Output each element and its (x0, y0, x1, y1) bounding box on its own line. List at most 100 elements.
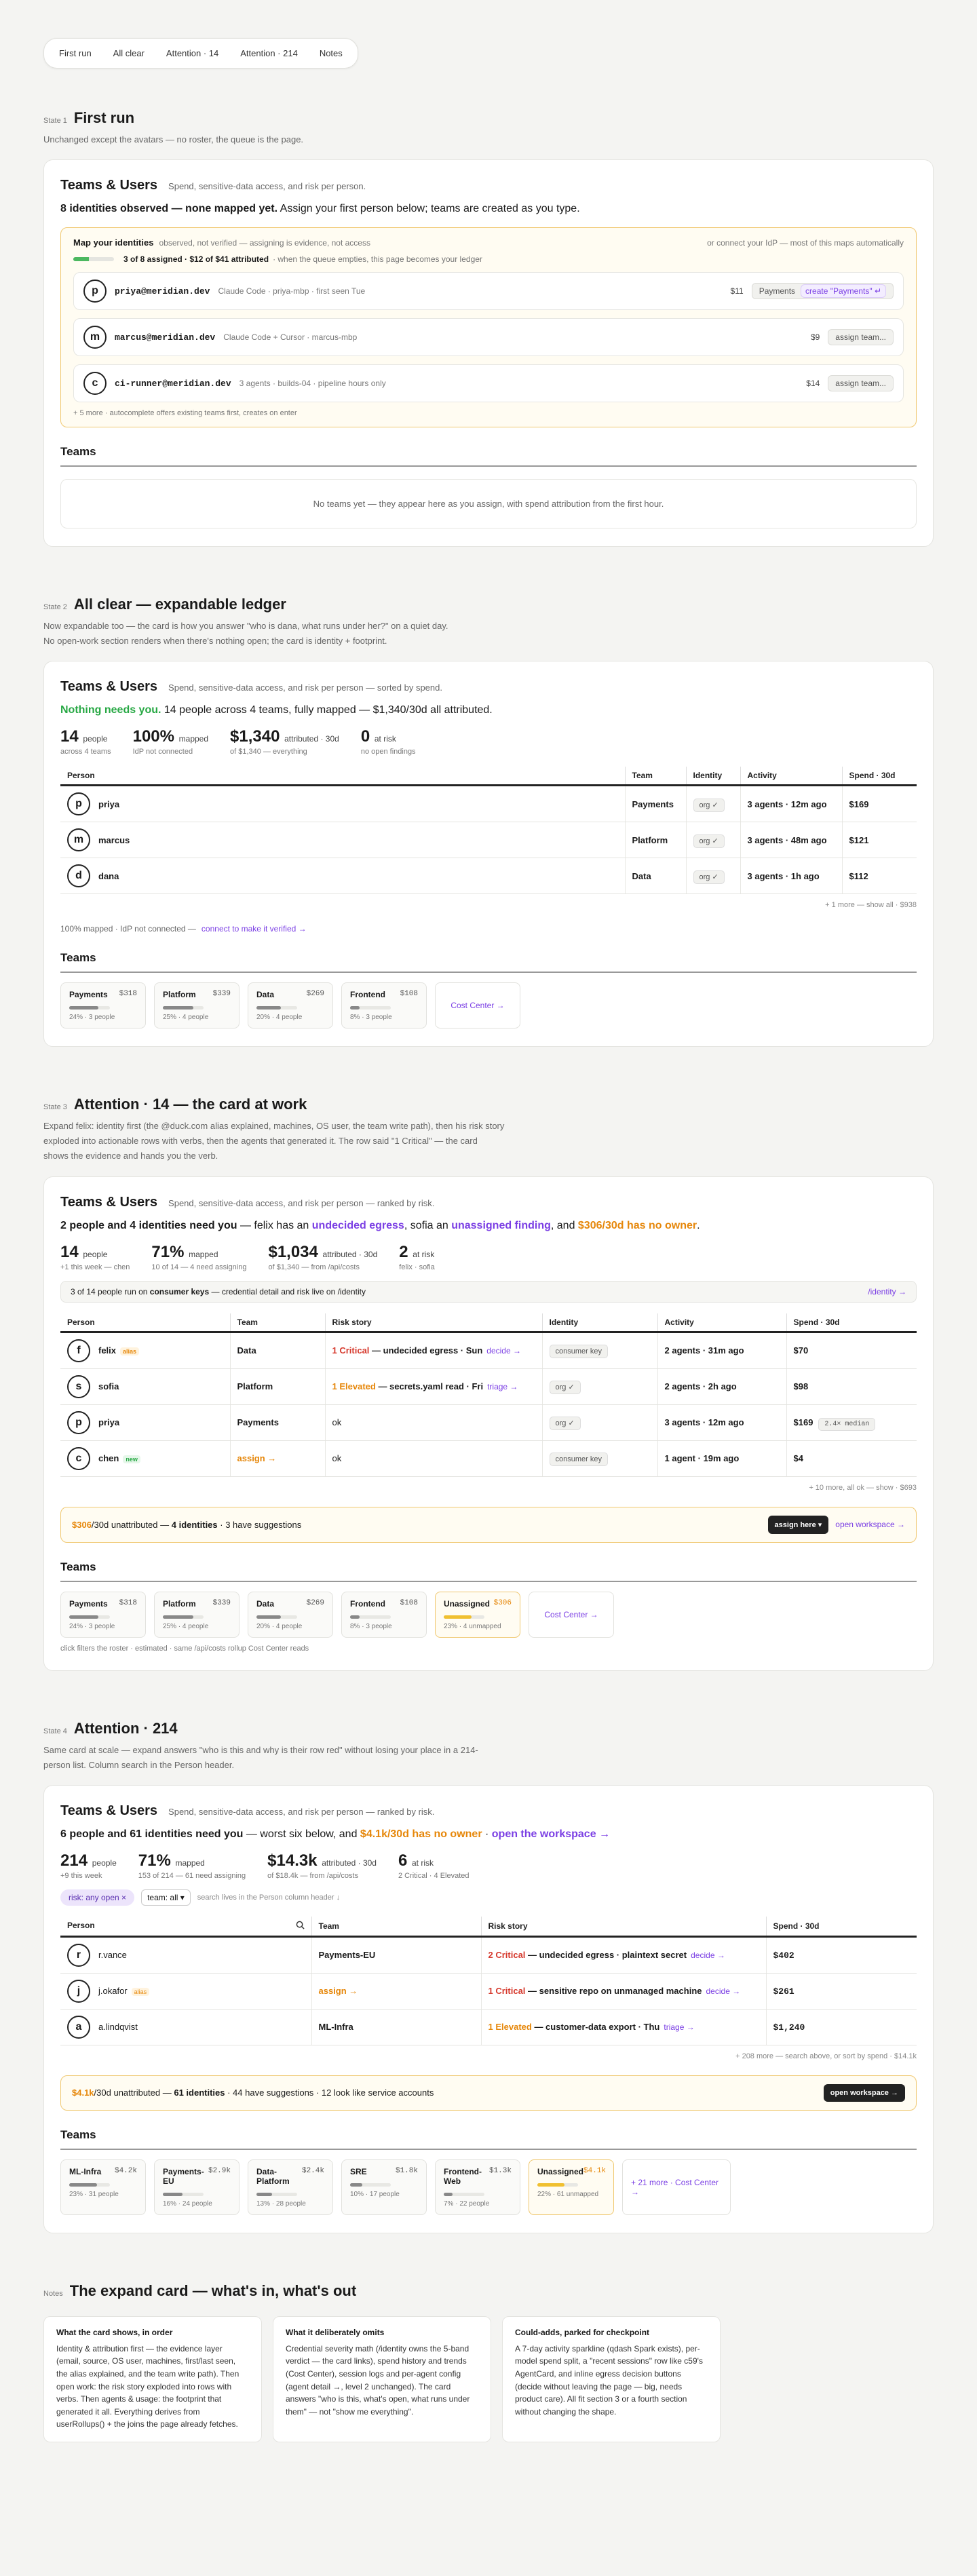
column-label: Spend · 30d (773, 1921, 820, 1931)
assign-team-input[interactable]: Payments create "Payments" ↵ (751, 283, 894, 300)
column-header[interactable]: Team (311, 1916, 482, 1938)
connect-idp-link[interactable]: or connect your IdP — most of this maps … (707, 238, 904, 248)
activity: 2 agents · 2h ago (664, 1381, 737, 1392)
create-team-suggestion[interactable]: create "Payments" ↵ (801, 284, 886, 299)
identity-badge: consumer key (549, 1345, 608, 1359)
nav-pill-0[interactable]: First run (50, 43, 101, 64)
headline: 2 people and 4 identities need you — fel… (60, 1220, 917, 1232)
assign-team-link[interactable]: assign → (237, 1453, 277, 1463)
unassigned-finding-link[interactable]: unassigned finding (451, 1220, 551, 1231)
unassigned-tile[interactable]: Unassigned $4.1k 22% · 61 unmapped (529, 2159, 614, 2215)
risk-action-link[interactable]: decide → (486, 1346, 521, 1356)
table-row[interactable]: d dana Data org ✓ 3 agents · 1h ago $112 (60, 858, 917, 895)
team-tile[interactable]: Data $269 20% · 4 people (248, 1591, 333, 1638)
table-row[interactable]: r r.vance Payments-EU 2 Critical — undecide… (60, 1936, 917, 1974)
column-header[interactable]: Identity (542, 1313, 658, 1333)
team-tile[interactable]: Platform $339 25% · 4 people (154, 982, 240, 1029)
column-header[interactable]: Spend · 30d (786, 1313, 917, 1333)
team-tile[interactable]: Payments $318 24% · 3 people (60, 1591, 146, 1638)
table-row[interactable]: m marcus Platform org ✓ 3 agents · 48m ago $1… (60, 822, 917, 859)
column-header[interactable]: Person (60, 767, 626, 787)
show-more-link[interactable]: + 208 more — search above, or sort by sp… (60, 2052, 917, 2060)
identity-link[interactable]: /identity → (868, 1287, 906, 1296)
column-header[interactable]: Risk story (481, 1916, 767, 1938)
first-run-tag: State 1 (43, 117, 67, 125)
team-tile[interactable]: Data $269 20% · 4 people (248, 982, 333, 1029)
no-owner-link[interactable]: $4.1k/30d has no owner (360, 1828, 482, 1840)
column-header[interactable]: Risk story (325, 1313, 543, 1333)
column-header[interactable]: Identity (686, 767, 741, 787)
team-tile[interactable]: Payments-EU $2.9k 16% · 24 people (154, 2159, 240, 2215)
stat-value: 214 people (60, 1851, 117, 1870)
column-header[interactable]: Spend · 30d (842, 767, 917, 787)
cost-center-link[interactable]: + 21 more · Cost Center → (622, 2159, 731, 2215)
team-name: Frontend (350, 1598, 385, 1609)
team-tile[interactable]: ML-Infra $4.2k 23% · 31 people (60, 2159, 146, 2215)
table-row[interactable]: p priya Payments org ✓ 3 agents · 12m ago $16… (60, 785, 917, 823)
team-tile[interactable]: SRE $1.8k 10% · 17 people (341, 2159, 427, 2215)
team-tile[interactable]: Frontend $108 8% · 3 people (341, 982, 427, 1029)
column-header[interactable]: Person (60, 1916, 312, 1938)
person-cell: s sofia (67, 1374, 223, 1398)
nav-pill-3[interactable]: Attention · 214 (231, 43, 307, 64)
table-row[interactable]: f felix alias Data 1 Critical — undecided eg… (60, 1332, 917, 1369)
show-more-link[interactable]: + 1 more — show all · $938 (60, 901, 917, 909)
no-owner-link[interactable]: $306/30d has no owner (578, 1220, 697, 1231)
open-workspace-button[interactable]: open workspace → (823, 2083, 905, 2102)
table-row[interactable]: a a.lindqvist ML-Infra 1 Elevated — custome… (60, 2009, 917, 2045)
stat-unit: people (92, 1858, 117, 1868)
team-tile[interactable]: Platform $339 25% · 4 people (154, 1591, 240, 1638)
open-workspace-link[interactable]: open the workspace → (492, 1828, 610, 1840)
assign-team-input[interactable]: assign team... (828, 375, 894, 392)
risk-action-link[interactable]: triage → (487, 1382, 518, 1391)
cost-center-link[interactable]: Cost Center → (529, 1591, 614, 1638)
section-attention-214: State 4 Attention · 214 Same card at scale… (43, 1720, 934, 2233)
column-header[interactable]: Activity (740, 767, 843, 787)
search-icon[interactable] (296, 1921, 305, 1931)
undecided-egress-link[interactable]: undecided egress (312, 1220, 404, 1231)
nav-pill-4[interactable]: Notes (310, 43, 352, 64)
table-row[interactable]: j j.okafor alias assign → 1 Critical — sensi… (60, 1973, 917, 2010)
identity-meta: Claude Code · priya-mbp · first seen Tue (218, 286, 366, 296)
assign-here-button[interactable]: assign here ▾ (767, 1515, 829, 1534)
nav-pill-1[interactable]: All clear (104, 43, 154, 64)
risk-action-link[interactable]: decide → (691, 1950, 725, 1960)
table-row[interactable]: c chen new assign → ok consumer key 1 agent · … (60, 1440, 917, 1477)
person-name: dana (98, 870, 119, 881)
nav-pill-2[interactable]: Attention · 14 (157, 43, 228, 64)
cost-center-link[interactable]: Cost Center → (435, 982, 520, 1029)
team-share: 10% · 17 people (350, 2190, 400, 2198)
unattributed-text: $4.1k/30d unattributed — 61 identities ·… (72, 2088, 434, 2098)
unassigned-tile[interactable]: Unassigned $306 23% · 4 unmapped (435, 1591, 520, 1638)
table-row[interactable]: p priya Payments ok org ✓ 3 agents · 12m ago $… (60, 1404, 917, 1441)
assign-team-value: assign team... (835, 379, 886, 389)
risk-action-link[interactable]: decide → (706, 1986, 741, 1996)
stat-unit: attributed · 30d (284, 734, 339, 744)
risk-filter-chip[interactable]: risk: any open × (60, 1889, 135, 1906)
open-workspace-link[interactable]: open workspace → (835, 1520, 905, 1529)
column-header[interactable]: Person (60, 1313, 231, 1333)
show-more-link[interactable]: + 10 more, all ok — show · $693 (60, 1484, 917, 1492)
column-header[interactable]: Team (230, 1313, 326, 1333)
stat-detail: of $18.4k — from /api/costs (267, 1871, 359, 1880)
assign-team-link[interactable]: assign → (319, 1986, 358, 1996)
risk-action-link[interactable]: triage → (664, 2022, 694, 2032)
stat-value: 100% mapped (133, 727, 208, 746)
team-spend: $269 (306, 990, 324, 999)
team-tile[interactable]: Payments $318 24% · 3 people (60, 982, 146, 1029)
note-title: What the card shows, in order (56, 2327, 173, 2337)
headline-t: — felix has an (237, 1219, 312, 1231)
team-filter-select[interactable]: team: all ▾ (141, 1889, 191, 1906)
team-tile[interactable]: Frontend-Web $1.3k 7% · 22 people (435, 2159, 520, 2215)
risk-story: ok (332, 1453, 342, 1464)
column-header[interactable]: Activity (657, 1313, 787, 1333)
column-header[interactable]: Team (625, 767, 687, 787)
headline-strong: 2 people and 4 identities need you (60, 1219, 237, 1231)
card-subtitle: Spend, sensitive-data access, and risk p… (168, 1806, 435, 1817)
column-header[interactable]: Spend · 30d (766, 1916, 917, 1938)
connect-idp-link[interactable]: connect to make it verified → (202, 924, 307, 934)
table-row[interactable]: s sofia Platform 1 Elevated — secrets.yaml … (60, 1368, 917, 1405)
team-tile[interactable]: Frontend $108 8% · 3 people (341, 1591, 427, 1638)
assign-team-input[interactable]: assign team... (828, 329, 894, 346)
team-tile[interactable]: Data-Platform $2.4k 13% · 28 people (248, 2159, 333, 2215)
